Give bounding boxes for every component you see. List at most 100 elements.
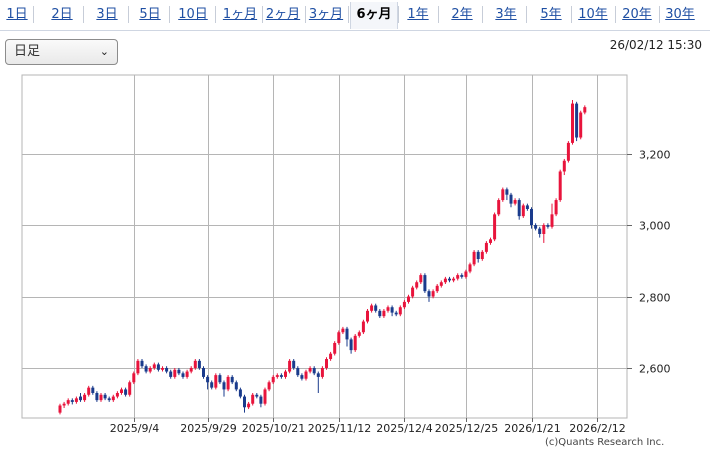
candle-up	[542, 225, 546, 234]
candle-up	[58, 405, 62, 413]
candle-up	[111, 396, 115, 401]
candle-down	[505, 189, 509, 195]
x-tick-label: 2025/12/4	[376, 422, 432, 435]
candle-up	[489, 239, 492, 243]
candle-up	[161, 367, 164, 370]
candle-down	[345, 328, 349, 340]
candle-up	[566, 142, 570, 161]
candle-down	[169, 371, 173, 377]
candle-up	[468, 264, 472, 272]
candle-up	[493, 214, 497, 240]
candle-up	[120, 389, 123, 393]
candle-down	[202, 367, 205, 377]
candle-down	[140, 360, 144, 367]
candle-down	[91, 387, 95, 393]
x-tick-label: 2025/9/4	[110, 422, 159, 435]
x-tick-label: 2025/9/29	[180, 422, 236, 435]
candle-down	[259, 396, 263, 404]
candle-up	[480, 251, 484, 260]
candle-up	[304, 371, 308, 379]
candle-down	[460, 275, 464, 277]
candle-up	[115, 392, 119, 397]
candle-down	[525, 205, 529, 209]
candle-down	[210, 382, 214, 388]
candle-down	[181, 373, 185, 377]
candle-up	[550, 214, 554, 227]
candle-down	[530, 208, 533, 226]
candle-up	[431, 291, 435, 297]
candle-up	[382, 310, 386, 317]
copyright-text: (c)Quants Research Inc.	[545, 437, 665, 448]
candle-up	[185, 371, 189, 377]
candle-up	[464, 271, 468, 277]
candle-down	[144, 366, 148, 372]
candle-up	[558, 171, 562, 201]
candle-up	[247, 403, 251, 408]
candle-down	[517, 200, 521, 217]
candle-up	[513, 200, 517, 204]
candle-down	[423, 275, 427, 292]
x-tick-label: 2025/11/12	[308, 422, 371, 435]
candle-down	[300, 375, 304, 379]
candle-up	[571, 103, 574, 143]
candle-up	[152, 364, 156, 368]
candle-down	[234, 382, 238, 390]
candle-up	[398, 307, 402, 315]
candle-up	[193, 360, 197, 368]
candle-down	[296, 367, 300, 376]
candle-down	[197, 360, 201, 368]
candle-up	[128, 382, 132, 395]
candlestick-chart: 2,600 2,800 3,000 3,200 2025/9/4 2025/9/29 202…	[21, 74, 671, 435]
candle-up	[415, 282, 419, 288]
candle-up	[439, 282, 443, 286]
candle-up	[579, 112, 583, 138]
x-tick-label: 2026/1/21	[504, 422, 560, 435]
candle-down	[177, 369, 181, 374]
candle-down	[538, 228, 542, 234]
y-tick-label: 2,800	[639, 292, 671, 305]
candle-up	[74, 398, 78, 402]
candle-down	[312, 367, 316, 374]
candle-up	[263, 389, 267, 404]
candle-up	[333, 342, 337, 354]
y-tick-label: 2,600	[639, 363, 671, 376]
candle-down	[390, 307, 394, 313]
candle-down	[218, 375, 222, 383]
candle-up	[226, 376, 230, 390]
candle-up	[419, 275, 423, 283]
candle-up	[366, 310, 369, 322]
candle-up	[99, 394, 103, 401]
candle-up	[308, 367, 312, 372]
candle-up	[284, 371, 287, 377]
candle-down	[546, 225, 550, 227]
candle-up	[443, 278, 447, 283]
candle-down	[534, 225, 538, 229]
candle-up	[189, 367, 193, 372]
candle-down	[165, 367, 169, 372]
candle-up	[411, 287, 415, 297]
candle-down	[509, 194, 513, 204]
x-tick-label: 2025/12/25	[435, 422, 498, 435]
candle-up	[407, 296, 410, 302]
candle-down	[206, 376, 210, 383]
candle-down	[107, 398, 111, 401]
candle-up	[173, 369, 177, 377]
candle-up	[320, 367, 324, 377]
candle-up	[501, 189, 505, 201]
candle-down	[238, 389, 242, 397]
candle-up	[337, 332, 341, 343]
candle-down	[349, 339, 353, 351]
candle-up	[148, 367, 152, 372]
candle-up	[251, 394, 255, 404]
candle-up	[66, 400, 70, 404]
candle-down	[316, 373, 320, 377]
candle-up	[288, 360, 292, 372]
candle-up	[554, 200, 558, 215]
plot-area	[21, 74, 628, 419]
candle-up	[325, 359, 328, 368]
candle-up	[62, 403, 66, 406]
candle-down	[448, 278, 451, 281]
candle-up	[562, 160, 566, 172]
candle-down	[222, 382, 226, 390]
candle-up	[353, 335, 357, 351]
